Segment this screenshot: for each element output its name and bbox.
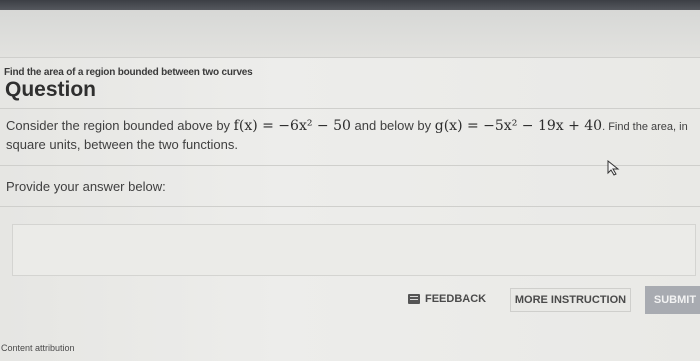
question-text-part: and below by [350,118,435,133]
question-text-part: . Find the area, in [602,121,688,133]
divider [0,165,700,166]
more-instruction-button[interactable]: MORE INSTRUCTION [510,288,631,312]
content-attribution-link[interactable]: Content attribution [1,343,75,353]
function-g: g(x) = −5x² − 19x + 40 [434,118,603,134]
answer-input[interactable] [12,224,696,276]
question-text-line2: square units, between the two functions. [6,137,238,152]
question-page [0,58,700,361]
page-title: Question [5,78,97,101]
submit-button[interactable]: SUBMIT [645,286,700,314]
function-f: f(x) = −6x² − 50 [233,118,351,134]
feedback-button[interactable]: FEEDBACK [408,293,486,305]
question-text: Consider the region bounded above by f(x… [6,117,696,154]
question-subtitle: Find the area of a region bounded betwee… [4,67,253,78]
window-top-bar [0,0,700,10]
mouse-pointer-icon [607,160,620,176]
divider [0,108,700,109]
divider [0,206,700,207]
feedback-label: FEEDBACK [425,293,487,305]
answer-prompt: Provide your answer below: [6,179,166,194]
question-text-part: Consider the region bounded above by [6,118,234,133]
header-band [0,10,700,58]
feedback-icon [408,294,420,304]
